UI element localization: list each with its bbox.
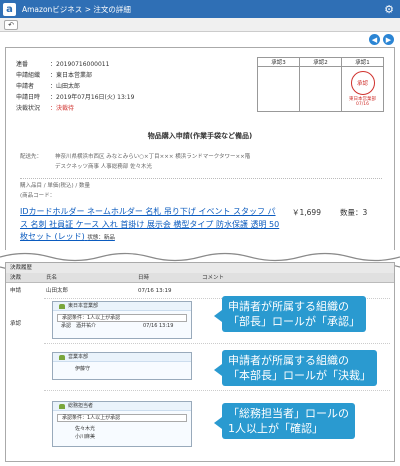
item-link[interactable]: IDカードホルダー ネームホルダー 名札 吊り下げ イベント スタッフ パス 名…	[20, 206, 282, 245]
info-row: 申請者 ：山田太郎	[16, 80, 134, 91]
stamp-header: 承認3	[257, 57, 300, 67]
route-title: 営業本部	[53, 353, 191, 362]
app-titlebar: a Amazonビジネス > 注文の詳細 ⚙	[0, 0, 400, 18]
stamp-header: 承認2	[299, 57, 342, 67]
breadcrumb: Amazonビジネス > 注文の詳細	[22, 4, 131, 14]
info-row: 申請日時 ：2019年07月16日(火) 13:19	[16, 91, 134, 102]
route-box: 東日本営業部 承認条件：1人以上が承認 承認 酒井祐介 07/16 13:19	[52, 301, 192, 339]
items-code-label: (商品コード：	[20, 193, 56, 199]
history-action: 承認	[10, 321, 22, 327]
stamp-cell: 承認 東日本営業部 07/16	[341, 66, 384, 112]
seal-caption-date: 07/16	[356, 102, 369, 107]
route-name: 営業本部	[68, 353, 89, 360]
route-condition: 承認条件：1人以上が承認	[57, 314, 187, 322]
approval-seal-icon: 承認	[350, 70, 375, 95]
route-title: 総務担当者	[53, 402, 191, 411]
col-header: 日時	[138, 275, 150, 281]
route-name: 東日本営業部	[68, 302, 99, 309]
col-header: コメント	[202, 275, 225, 281]
destination-line: デスクネッツ商事 人事総務部 佐々木光	[55, 164, 152, 170]
toolbar: ↶	[0, 18, 400, 32]
item-quantity: 数量：3	[340, 208, 368, 217]
item-name[interactable]: IDカードホルダー ネームホルダー 名札 吊り下げ イベント スタッフ パス 名…	[20, 207, 279, 241]
person-time: 07/16 13:19	[143, 323, 174, 329]
info-label: 申請組織	[16, 72, 41, 79]
info-row: 申請組織 ：東日本営業部	[16, 69, 134, 80]
item-state: 状態：新品	[87, 235, 115, 241]
route-name: 総務担当者	[68, 402, 94, 409]
pager: ◀ ▶	[369, 34, 394, 45]
info-row: 決裁状況 ：決裁待	[16, 102, 134, 113]
col-header: 氏名	[46, 275, 58, 281]
destination-value: 神奈川県横浜市西区 みなとみらい○×丁目××× 横浜ランドマークタワー××階 デ…	[55, 152, 250, 172]
items-header: 購入品目 / 単価(税込) / 数量 (商品コード：	[20, 181, 90, 201]
divider	[44, 390, 390, 391]
stamp-cell	[299, 66, 342, 112]
route-person: 佐々木光	[75, 426, 96, 432]
info-label: 申請者	[16, 83, 35, 90]
callout-line: 「部長」ロールが「承認」	[228, 315, 360, 328]
info-label: 決裁状況	[16, 105, 41, 112]
history-action: 申請	[10, 288, 22, 294]
amazon-logo-icon: a	[3, 2, 16, 16]
route-box: 総務担当者 承認条件：1人以上が承認 佐々木光 小川麻美	[52, 401, 192, 447]
callout: 「総務担当者」ロールの 1人以上が「確認」	[214, 403, 355, 439]
info-value: ：山田太郎	[50, 83, 81, 90]
info-value: ：東日本営業部	[50, 72, 93, 79]
group-icon	[59, 303, 65, 309]
approval-stamp-table: 承認3 承認2 承認1 承認 東日本営業部 07/16	[257, 57, 384, 112]
stamp-cell	[257, 66, 300, 112]
callout-line: 1人以上が「確認」	[228, 422, 323, 435]
info-label: 連番	[16, 61, 29, 68]
col-header: 決裁	[10, 275, 22, 281]
group-icon	[59, 403, 65, 409]
route-title: 東日本営業部	[53, 302, 191, 311]
info-label: 申請日時	[16, 94, 41, 101]
history-name: 山田太郎	[46, 288, 69, 294]
group-icon	[59, 354, 65, 360]
info-row: 連番 ：20190716000011	[16, 58, 134, 69]
divider	[20, 178, 382, 179]
route-person: 伊藤守	[75, 366, 91, 372]
gear-icon[interactable]: ⚙	[384, 3, 394, 16]
callout: 申請者が所属する組織の 「本部長」ロールが「決裁」	[214, 350, 377, 386]
request-info: 連番 ：20190716000011 申請組織 ：東日本営業部 申請者 ：山田太郎 申…	[16, 58, 134, 113]
stamp-header: 承認1	[341, 57, 384, 67]
callout-line: 「本部長」ロールが「決裁」	[228, 369, 371, 382]
status-value: ：決裁待	[50, 105, 75, 112]
route-box: 営業本部 伊藤守	[52, 352, 192, 380]
items-header-label: 購入品目 / 単価(税込) / 数量	[20, 183, 90, 189]
callout-line: 申請者が所属する組織の	[228, 354, 349, 367]
prev-arrow-icon[interactable]: ◀	[369, 34, 380, 45]
back-button[interactable]: ↶	[4, 20, 18, 30]
route-person: 承認 酒井祐介 07/16 13:19	[53, 322, 191, 330]
history-time: 07/16 13:19	[138, 288, 172, 294]
history-row: 申請 山田太郎 07/16 13:19	[6, 286, 394, 296]
info-value: ：20190716000011	[50, 61, 110, 68]
destination-label: 配送先：	[20, 154, 43, 160]
destination-line: 神奈川県横浜市西区 みなとみらい○×丁目××× 横浜ランドマークタワー××階	[55, 154, 251, 160]
info-value: ：2019年07月16日(火) 13:19	[50, 94, 135, 101]
next-arrow-icon[interactable]: ▶	[383, 34, 394, 45]
person-name: 承認 酒井祐介	[61, 323, 97, 329]
callout: 申請者が所属する組織の 「部長」ロールが「承認」	[214, 296, 366, 332]
document-title: 物品購入申請(作業手袋など備品)	[147, 132, 253, 140]
callout-line: 申請者が所属する組織の	[228, 300, 349, 313]
seal-caption: 東日本営業部 07/16	[342, 97, 383, 108]
item-price: ￥1,699	[292, 208, 321, 217]
route-condition: 承認条件：1人以上が承認	[57, 414, 187, 422]
request-document: 連番 ：20190716000011 申請組織 ：東日本営業部 申請者 ：山田太郎 申…	[5, 47, 395, 262]
callout-line: 「総務担当者」ロールの	[228, 407, 349, 420]
history-title: 決裁履歴	[6, 263, 394, 273]
divider	[44, 343, 390, 344]
route-person: 小川麻美	[75, 434, 96, 440]
history-header: 決裁 氏名 日時 コメント	[6, 273, 394, 283]
